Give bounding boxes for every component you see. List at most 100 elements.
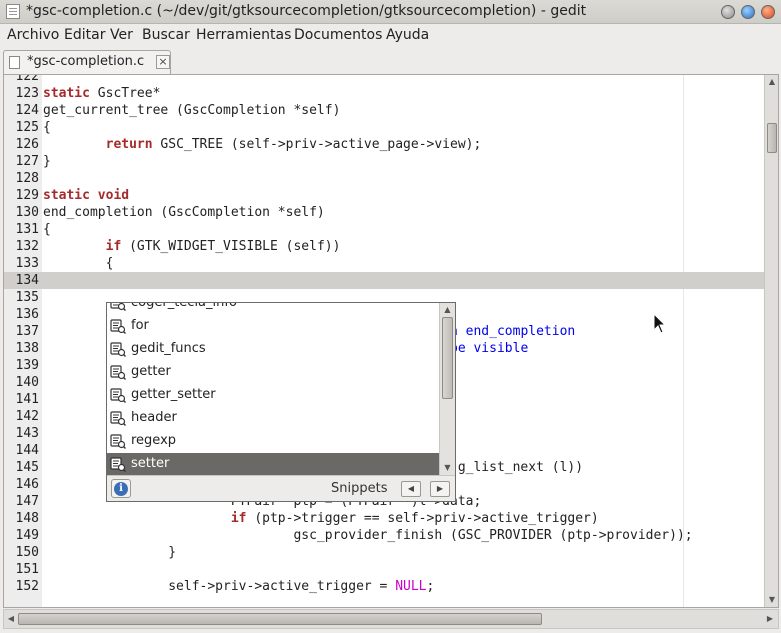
completion-footer: i Snippets ◀ ▶: [107, 475, 455, 501]
completion-list[interactable]: coger_tecla_infofor gedit_funcsgetter gett…: [107, 303, 439, 475]
line-number: 133: [15, 256, 39, 271]
code-line[interactable]: 132 if (GTK_WIDGET_VISIBLE (self)): [4, 238, 764, 255]
completion-item[interactable]: getter: [107, 361, 439, 384]
line-number: 132: [15, 239, 39, 254]
completion-item[interactable]: gedit_funcs: [107, 338, 439, 361]
menu-buscar[interactable]: Buscar: [142, 27, 190, 43]
code-line[interactable]: 148 if (ptp->trigger == self->priv->acti…: [4, 510, 764, 527]
line-text: end_completion (GscCompletion *self): [43, 204, 325, 221]
code-line[interactable]: 127}: [4, 153, 764, 170]
code-line[interactable]: 129 static void: [4, 187, 764, 204]
horizontal-scroll-thumb[interactable]: [18, 613, 542, 625]
completion-item[interactable]: header: [107, 407, 439, 430]
code-token: (ptp->trigger == self->priv->active_trig…: [246, 511, 599, 526]
line-number: 148: [15, 511, 39, 526]
title-bar: *gsc-completion.c (~/dev/git/gtksourceco…: [0, 0, 781, 24]
line-text: return GSC_TREE (self->priv->active_page…: [43, 136, 482, 153]
snippet-icon: [110, 364, 126, 380]
code-line[interactable]: 128: [4, 170, 764, 187]
code-token: }: [43, 545, 177, 560]
line-text: get_current_tree (GscCompletion *self): [43, 102, 340, 119]
document-tab[interactable]: *gsc-completion.c ×: [3, 50, 171, 74]
completion-scrollbar[interactable]: ▲ ▼: [439, 303, 455, 475]
line-number: 149: [15, 528, 39, 543]
code-line[interactable]: 149 gsc_provider_finish (GSC_PROVIDER (p…: [4, 527, 764, 544]
info-button[interactable]: i: [111, 479, 131, 498]
completion-item[interactable]: for: [107, 315, 439, 338]
line-text: }: [43, 153, 51, 170]
minimize-button[interactable]: [721, 5, 735, 19]
code-line[interactable]: 123 static GscTree*: [4, 85, 764, 102]
tab-close-icon[interactable]: ×: [156, 55, 170, 69]
line-number: 142: [15, 409, 39, 424]
code-line[interactable]: 151: [4, 561, 764, 578]
completion-item[interactable]: regexp: [107, 430, 439, 453]
completion-item[interactable]: getter_setter: [107, 384, 439, 407]
close-window-button[interactable]: [761, 5, 775, 19]
completion-item[interactable]: setter: [107, 453, 439, 475]
completion-item-label: regexp: [131, 433, 177, 448]
completion-scroll-thumb[interactable]: [442, 317, 453, 399]
snippet-icon: [110, 303, 126, 311]
scroll-right-icon[interactable]: ▶: [764, 612, 776, 626]
code-token: {: [43, 120, 51, 135]
code-line[interactable]: 131 {: [4, 221, 764, 238]
code-line[interactable]: 122: [4, 75, 764, 85]
vertical-scrollbar[interactable]: ▲ ▼: [764, 75, 778, 607]
code-line[interactable]: 152 self->priv->active_trigger = NULL;: [4, 578, 764, 595]
horizontal-scrollbar[interactable]: ◀ ▶: [3, 609, 779, 629]
document-tab-bar: *gsc-completion.c ×: [0, 48, 781, 74]
line-text: if (GTK_WIDGET_VISIBLE (self)): [43, 238, 341, 255]
code-token: ;: [426, 579, 435, 594]
menu-editar[interactable]: Editar: [64, 27, 105, 43]
line-number: 143: [15, 426, 39, 441]
completion-item-label: header: [131, 410, 177, 425]
code-line[interactable]: 130 end_completion (GscCompletion *self): [4, 204, 764, 221]
menu-documentos[interactable]: Documentos: [294, 27, 382, 43]
menu-ver[interactable]: Ver: [110, 27, 133, 43]
line-number: 151: [15, 562, 39, 577]
line-text: {: [43, 221, 51, 238]
code-line[interactable]: 126 return GSC_TREE (self->priv->active_…: [4, 136, 764, 153]
scroll-left-icon[interactable]: ◀: [5, 612, 17, 626]
next-provider-button[interactable]: ▶: [430, 481, 450, 497]
scroll-up-icon[interactable]: ▲: [766, 75, 778, 89]
line-number: 147: [15, 494, 39, 509]
tab-label: *gsc-completion.c: [27, 54, 145, 69]
code-line[interactable]: 134: [4, 272, 764, 289]
line-number: 152: [15, 579, 39, 594]
gedit-app-icon: [6, 4, 20, 19]
menu-herramientas[interactable]: Herramientas: [196, 27, 291, 43]
line-text: self->priv->active_trigger = NULL;: [43, 578, 434, 595]
completion-scroll-up-icon[interactable]: ▲: [441, 303, 454, 316]
menu-bar: Archivo Editar Ver Buscar Herramientas D…: [0, 24, 781, 48]
maximize-button[interactable]: [741, 5, 755, 19]
line-text: }: [43, 544, 176, 561]
menu-ayuda[interactable]: Ayuda: [386, 27, 429, 43]
line-number: 129: [15, 188, 39, 203]
code-token: gsc_provider_finish (GSC_PROVIDER (ptp->…: [43, 528, 693, 543]
line-number: 131: [15, 222, 39, 237]
previous-provider-button[interactable]: ◀: [401, 481, 421, 497]
code-line[interactable]: 124 get_current_tree (GscCompletion *self…: [4, 102, 764, 119]
line-number: 135: [15, 290, 39, 305]
code-line[interactable]: 150 }: [4, 544, 764, 561]
vertical-scroll-thumb[interactable]: [767, 123, 777, 153]
line-number: 128: [15, 171, 39, 186]
scroll-down-icon[interactable]: ▼: [766, 593, 778, 607]
code-token: self->priv->active_trigger =: [43, 579, 396, 594]
menu-archivo[interactable]: Archivo: [7, 27, 59, 43]
info-icon: i: [114, 482, 128, 496]
line-number: 123: [15, 86, 39, 101]
code-line[interactable]: 125 {: [4, 119, 764, 136]
line-number: 126: [15, 137, 39, 152]
code-token: {: [43, 256, 114, 271]
completion-item-label: getter_setter: [131, 387, 216, 402]
completion-popup[interactable]: coger_tecla_infofor gedit_funcsgetter gett…: [106, 302, 456, 502]
completion-item[interactable]: coger_tecla_info: [107, 303, 439, 315]
line-number: 140: [15, 375, 39, 390]
code-line[interactable]: 133 {: [4, 255, 764, 272]
completion-scroll-down-icon[interactable]: ▼: [441, 461, 454, 474]
line-number: 146: [15, 477, 39, 492]
